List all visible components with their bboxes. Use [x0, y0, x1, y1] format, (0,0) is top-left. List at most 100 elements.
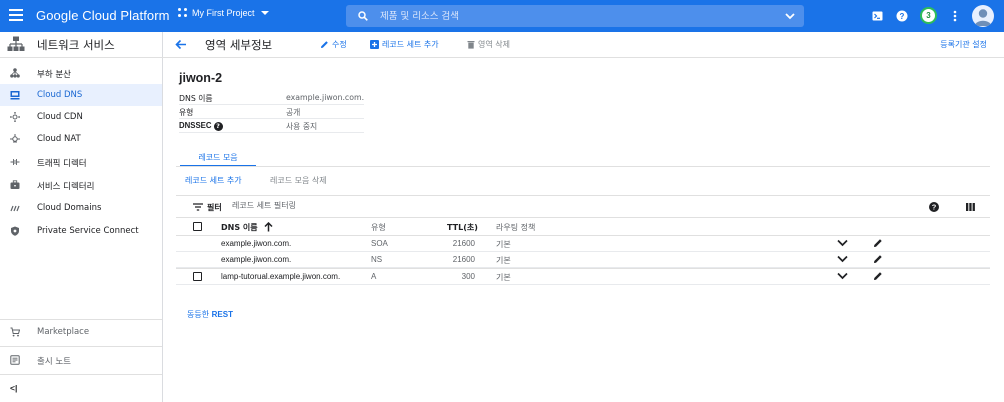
delete-record-sets-link[interactable]: 레코드 모음 삭제 — [270, 175, 327, 186]
sidebar-title: 네트워크 서비스 — [37, 38, 115, 52]
help-icon[interactable]: ? — [929, 202, 939, 212]
add-record-set-label: 레코드 세트 추가 — [382, 40, 439, 49]
sidebar-item-marketplace[interactable]: Marketplace — [0, 321, 162, 343]
expand-chevron-icon[interactable] — [837, 272, 848, 280]
sidebar-item-cloud-cdn[interactable]: Cloud CDN — [0, 106, 162, 128]
shield-icon — [11, 226, 19, 236]
zone-detail-dns-name: DNS 이름 example.jiwon.com. — [179, 91, 364, 105]
sidebar-item-label: 출시 노트 — [37, 357, 71, 367]
service-directory-icon — [10, 180, 20, 189]
collapse-sidebar-button[interactable]: <| — [0, 377, 162, 399]
sidebar-item-cloud-nat[interactable]: Cloud NAT — [0, 128, 162, 150]
chevron-down-icon — [260, 11, 269, 15]
column-display-icon[interactable] — [966, 203, 975, 211]
registrar-setup-link[interactable]: 등록기관 설정 — [940, 39, 987, 50]
network-services-icon — [7, 36, 25, 51]
sidebar-item-cloud-domains[interactable]: Cloud Domains — [0, 197, 162, 219]
pencil-icon[interactable] — [873, 271, 883, 281]
delete-zone-button[interactable]: 영역 삭제 — [467, 39, 510, 50]
brand-title[interactable]: Google Cloud Platform — [36, 8, 170, 23]
release-notes-icon — [10, 355, 20, 365]
column-header-dns-name[interactable]: DNS 이름 — [221, 221, 273, 233]
table-row[interactable]: example.jiwon.com. NS 21600 기본 — [176, 252, 990, 268]
add-record-set-button[interactable]: 레코드 세트 추가 — [370, 39, 439, 50]
equivalent-label: 동등한 — [187, 310, 210, 319]
detail-key: 유형 — [179, 108, 194, 117]
sidebar-item-traffic-director[interactable]: 트래픽 디렉터 — [0, 151, 162, 173]
add-record-set-link[interactable]: 레코드 세트 추가 — [185, 175, 242, 186]
pencil-icon[interactable] — [873, 238, 883, 248]
sidebar-item-service-directory[interactable]: 서비스 디렉터리 — [0, 174, 162, 196]
select-all-checkbox[interactable] — [193, 222, 202, 231]
divider — [0, 319, 162, 320]
row-checkbox[interactable] — [193, 272, 202, 281]
arrow-up-icon — [264, 221, 273, 232]
sidebar-item-cloud-dns[interactable]: Cloud DNS — [0, 84, 162, 106]
sidebar-item-label: Cloud NAT — [37, 134, 81, 144]
back-arrow-icon[interactable] — [175, 39, 187, 50]
cell-dns-name: example.jiwon.com. — [221, 255, 292, 264]
zone-detail-type: 유형 공개 — [179, 105, 364, 119]
edit-button[interactable]: 수정 — [320, 39, 347, 50]
page-header: 영역 세부정보 수정 레코드 세트 추가 영역 삭제 등록기관 설정 — [163, 32, 1004, 58]
more-vert-icon[interactable] — [948, 9, 962, 23]
equivalent-rest-link[interactable]: 동등한 REST — [187, 309, 233, 320]
cart-icon — [10, 327, 20, 337]
cell-ttl: 21600 — [452, 239, 475, 248]
dns-icon — [10, 91, 20, 100]
cloud-shell-icon[interactable] — [870, 9, 884, 23]
traffic-director-icon — [10, 159, 20, 165]
svg-text:?: ? — [932, 203, 937, 212]
search-icon — [358, 11, 368, 21]
project-selector[interactable]: My First Project — [178, 8, 269, 18]
cell-routing: 기본 — [496, 273, 511, 282]
sidebar-item-label: Cloud Domains — [37, 203, 102, 213]
divider — [0, 346, 162, 347]
top-app-bar: Google Cloud Platform My First Project ?… — [0, 0, 1004, 32]
sidebar-item-private-service-connect[interactable]: Private Service Connect — [0, 220, 162, 242]
sidebar-item-label: 트래픽 디렉터 — [37, 159, 87, 169]
main-menu-button[interactable] — [9, 9, 23, 21]
filter-input[interactable] — [232, 201, 532, 210]
sidebar-item-release-notes[interactable]: 출시 노트 — [0, 349, 162, 371]
sidebar-header: 네트워크 서비스 — [0, 32, 163, 58]
chevron-down-icon[interactable] — [784, 11, 796, 21]
page-title: 영역 세부정보 — [205, 38, 273, 52]
divider — [0, 374, 162, 375]
avatar[interactable] — [972, 5, 994, 27]
tab-record-sets[interactable]: 레코드 모음 — [180, 148, 256, 167]
cell-type: SOA — [371, 239, 388, 248]
search-input[interactable] — [380, 10, 760, 22]
expand-chevron-icon[interactable] — [837, 255, 848, 263]
rest-label: REST — [211, 310, 233, 319]
table-row[interactable]: lamp-tutorual.example.jiwon.com. A 300 기… — [176, 268, 990, 285]
domains-icon — [10, 205, 20, 212]
collapse-icon: <| — [10, 383, 18, 393]
filter-icon[interactable] — [193, 203, 203, 211]
detail-value: 공개 — [286, 108, 301, 117]
table-header: DNS 이름 유형 TTL(초) 라우팅 정책 — [176, 218, 990, 236]
detail-value: example.jiwon.com. — [286, 93, 365, 102]
notification-badge[interactable]: 3 — [920, 7, 937, 24]
column-header-type[interactable]: 유형 — [371, 222, 386, 233]
sidebar-item-label: Marketplace — [37, 327, 90, 337]
delete-zone-label: 영역 삭제 — [478, 40, 510, 49]
cell-type: A — [371, 272, 377, 281]
search-bar[interactable] — [346, 5, 804, 27]
column-header-routing[interactable]: 라우팅 정책 — [496, 222, 535, 233]
table-row[interactable]: example.jiwon.com. SOA 21600 기본 — [176, 236, 990, 252]
cell-routing: 기본 — [496, 256, 511, 265]
cell-dns-name: lamp-tutorual.example.jiwon.com. — [221, 272, 341, 281]
help-icon[interactable]: ? — [895, 9, 909, 23]
help-icon[interactable]: ? — [213, 121, 223, 131]
project-name: My First Project — [192, 8, 255, 18]
detail-key: DNSSEC? — [179, 121, 223, 131]
add-box-icon — [370, 40, 379, 49]
cell-type: NS — [371, 255, 383, 264]
sidebar-item-load-balancing[interactable]: 부하 분산 — [0, 62, 162, 84]
pencil-icon — [321, 41, 328, 48]
column-header-ttl[interactable]: TTL(초) — [447, 222, 478, 233]
expand-chevron-icon[interactable] — [837, 239, 848, 247]
sidebar: 네트워크 서비스 부하 분산 Cloud DNS Cloud CDN Cloud… — [0, 32, 163, 402]
pencil-icon[interactable] — [873, 254, 883, 264]
